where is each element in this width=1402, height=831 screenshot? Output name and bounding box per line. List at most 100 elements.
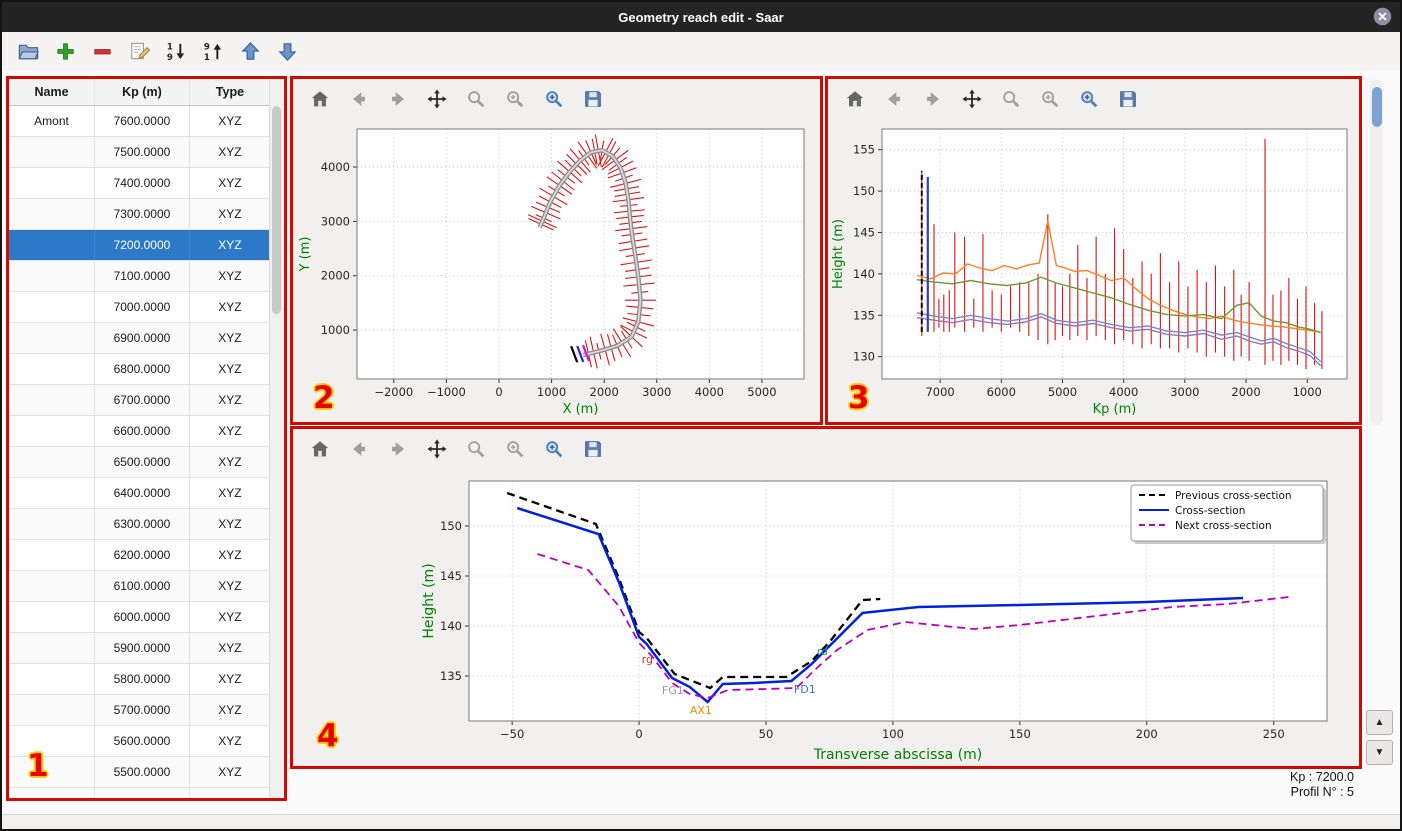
save-button[interactable]	[1115, 86, 1141, 112]
move-down-button[interactable]	[273, 37, 301, 65]
edit-button[interactable]	[125, 37, 153, 65]
forward-button[interactable]	[385, 436, 411, 462]
table-row[interactable]: 7000.0000 XYZ	[9, 292, 270, 323]
cell-name[interactable]	[9, 168, 96, 198]
table-scrollbar-thumb[interactable]	[272, 106, 281, 314]
forward-button[interactable]	[385, 86, 411, 112]
cell-type[interactable]: XYZ	[190, 509, 270, 539]
cell-type[interactable]: XYZ	[190, 602, 270, 632]
table-header-0[interactable]: Name	[9, 79, 96, 105]
table-header-1[interactable]: Kp (m)	[95, 79, 190, 105]
cell-kp[interactable]: 5500.0000	[95, 757, 190, 787]
table-row[interactable]: 6300.0000 XYZ	[9, 509, 270, 540]
table-row[interactable]: 6900.0000 XYZ	[9, 323, 270, 354]
sort-descending-button[interactable]: 19	[162, 37, 190, 65]
table-row[interactable]: 7200.0000 XYZ	[9, 230, 270, 261]
cell-name[interactable]	[9, 726, 96, 756]
cell-kp[interactable]: 6900.0000	[95, 323, 190, 353]
sort-ascending-button[interactable]: 91	[199, 37, 227, 65]
zoom-button[interactable]	[463, 436, 489, 462]
cell-type[interactable]: XYZ	[190, 540, 270, 570]
cell-kp[interactable]: 5800.0000	[95, 664, 190, 694]
plan-plot[interactable]: −2000 −1000 0 1000 2000 3000 4000 5000 1000 2000 3…	[293, 119, 820, 424]
table-row[interactable]: 5400.0000XYZ	[9, 788, 270, 798]
cell-name[interactable]	[9, 292, 96, 322]
cell-name[interactable]	[9, 323, 96, 353]
zoom-window-button[interactable]	[541, 86, 567, 112]
cell-name[interactable]	[9, 478, 96, 508]
cell-type[interactable]: XYZ	[190, 199, 270, 229]
cell-kp[interactable]: 6700.0000	[95, 385, 190, 415]
cell-type[interactable]: XYZ	[190, 571, 270, 601]
cell-type[interactable]: XYZ	[190, 106, 270, 136]
save-button[interactable]	[580, 436, 606, 462]
cell-type[interactable]: XYZ	[190, 261, 270, 291]
cell-kp[interactable]: 6400.0000	[95, 478, 190, 508]
cell-type[interactable]: XYZ	[190, 416, 270, 446]
zoom-original-button[interactable]	[502, 436, 528, 462]
remove-button[interactable]	[88, 37, 116, 65]
cell-type[interactable]: XYZ	[190, 478, 270, 508]
cell-kp[interactable]: 6000.0000	[95, 602, 190, 632]
cell-type[interactable]: XYZ	[190, 633, 270, 663]
table-row[interactable]: 6600.0000 XYZ	[9, 416, 270, 447]
table-row[interactable]: 6700.0000 XYZ	[9, 385, 270, 416]
add-button[interactable]	[51, 37, 79, 65]
cell-type[interactable]: XYZ	[190, 292, 270, 322]
cell-name[interactable]	[9, 199, 96, 229]
cell-kp[interactable]: 7500.0000	[95, 137, 190, 167]
right-scrollbar-thumb[interactable]	[1371, 87, 1382, 127]
cell-name[interactable]	[9, 788, 96, 798]
home-button[interactable]	[842, 86, 868, 112]
long-profile-plot[interactable]: 7000 6000 5000 4000 3000 2000 1000 130 135 140 145…	[828, 119, 1359, 424]
table-row[interactable]: 6100.0000 XYZ	[9, 571, 270, 602]
cell-name[interactable]	[9, 757, 96, 787]
pan-button[interactable]	[424, 86, 450, 112]
cell-kp[interactable]: 7100.0000	[95, 261, 190, 291]
cell-type[interactable]: XYZ	[190, 137, 270, 167]
close-button[interactable]	[1372, 6, 1393, 27]
cell-name[interactable]	[9, 261, 96, 291]
cell-kp[interactable]: 6300.0000	[95, 509, 190, 539]
cross-section-plot[interactable]: −50 0 50 100 150 200 250 135 140 145 150 Transverse…	[293, 469, 1359, 770]
table-row[interactable]: 6800.0000 XYZ	[9, 354, 270, 385]
cell-type[interactable]: XYZ	[190, 168, 270, 198]
cell-name[interactable]	[9, 602, 96, 632]
table-row[interactable]: 7100.0000 XYZ	[9, 261, 270, 292]
table-scrollbar[interactable]	[269, 79, 284, 798]
cell-kp[interactable]: 6600.0000	[95, 416, 190, 446]
zoom-button[interactable]	[463, 86, 489, 112]
table-row[interactable]: 5800.0000 XYZ	[9, 664, 270, 695]
profile-up-button[interactable]: ▲	[1366, 710, 1393, 735]
cell-name[interactable]	[9, 385, 96, 415]
right-scrollbar[interactable]	[1370, 80, 1383, 425]
cell-type[interactable]: XYZ	[190, 230, 270, 260]
open-folder-button[interactable]	[14, 37, 42, 65]
cell-name[interactable]	[9, 664, 96, 694]
titlebar[interactable]: Geometry reach edit - Saar	[2, 2, 1400, 32]
cell-type[interactable]: XYZ	[190, 757, 270, 787]
table-row[interactable]: 6500.0000 XYZ	[9, 447, 270, 478]
zoom-original-button[interactable]	[502, 86, 528, 112]
cell-type[interactable]: XYZ	[190, 354, 270, 384]
plan-plot-svg[interactable]: −2000 −1000 0 1000 2000 3000 4000 5000 1000 2000 3…	[293, 119, 820, 419]
cell-name[interactable]	[9, 571, 96, 601]
cell-name[interactable]	[9, 695, 96, 725]
table-row[interactable]: 5900.0000 XYZ	[9, 633, 270, 664]
profile-down-button[interactable]: ▼	[1366, 740, 1393, 765]
cell-kp[interactable]: 7000.0000	[95, 292, 190, 322]
cell-name[interactable]: Amont	[9, 106, 96, 136]
cell-type[interactable]: XYZ	[190, 695, 270, 725]
cell-kp[interactable]: 7200.0000	[95, 230, 190, 260]
pan-button[interactable]	[424, 436, 450, 462]
table-row[interactable]: 6000.0000 XYZ	[9, 602, 270, 633]
table-row[interactable]: 7500.0000 XYZ	[9, 137, 270, 168]
zoom-button[interactable]	[998, 86, 1024, 112]
back-button[interactable]	[346, 436, 372, 462]
table-row[interactable]: Amont 7600.0000 XYZ	[9, 106, 270, 137]
zoom-window-button[interactable]	[541, 436, 567, 462]
cell-kp[interactable]: 5900.0000	[95, 633, 190, 663]
cell-kp[interactable]: 6800.0000	[95, 354, 190, 384]
cell-name[interactable]	[9, 540, 96, 570]
cell-kp[interactable]: 7300.0000	[95, 199, 190, 229]
